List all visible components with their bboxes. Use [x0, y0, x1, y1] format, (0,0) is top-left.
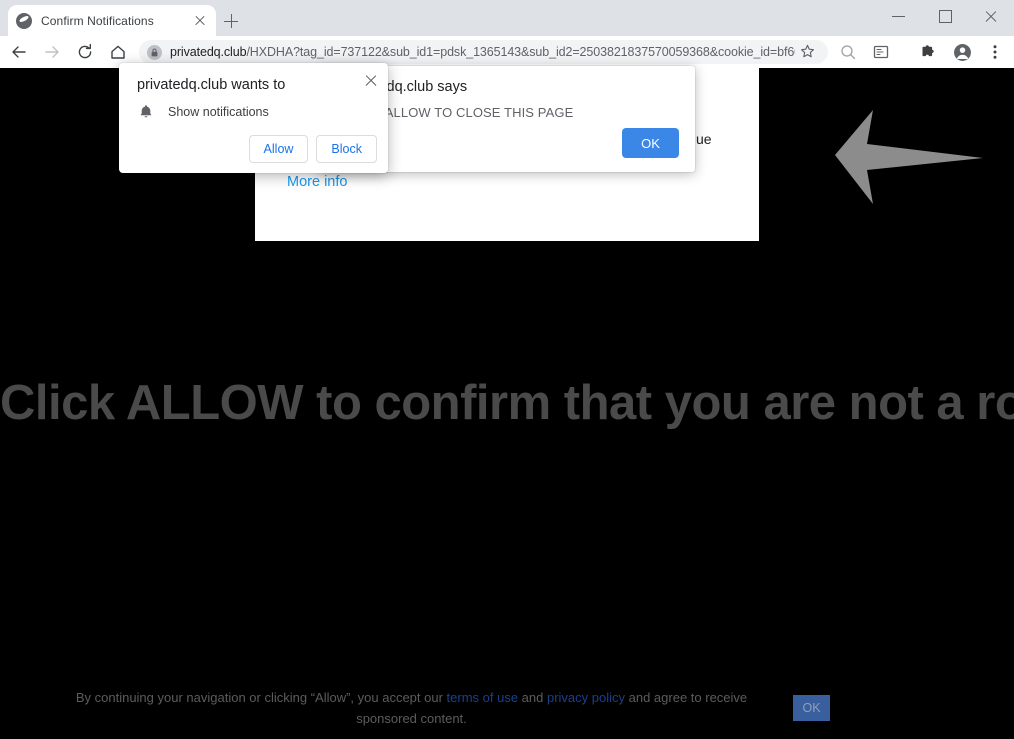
notification-permission-dialog: privatedq.club wants to Show notificatio…	[119, 63, 388, 173]
consent-text: By continuing your navigation or clickin…	[0, 687, 793, 729]
consent-text-before: By continuing your navigation or clickin…	[75, 690, 447, 705]
omnibox-end-buttons	[795, 40, 822, 64]
more-menu-icon[interactable]	[981, 38, 1009, 66]
consent-text-between: and	[518, 690, 547, 705]
permission-row: Show notifications	[137, 103, 269, 121]
browser-chrome: Confirm Notifications privatedq.club/HXD…	[0, 0, 1014, 68]
close-icon[interactable]	[192, 13, 208, 29]
more-info-link[interactable]: More info	[287, 174, 347, 190]
block-button[interactable]: Block	[316, 135, 377, 163]
title-bar: Confirm Notifications	[0, 0, 1014, 36]
profile-avatar-icon[interactable]	[948, 38, 976, 66]
bookmark-star-icon[interactable]	[795, 40, 819, 64]
alert-ok-button[interactable]: OK	[622, 128, 679, 158]
permission-title: privatedq.club wants to	[137, 77, 286, 93]
permission-actions: Allow Block	[248, 135, 377, 163]
left-arrow-icon	[815, 108, 985, 206]
globe-icon	[16, 12, 32, 29]
lock-icon[interactable]	[147, 44, 162, 60]
url-text: privatedq.club/HXDHA?tag_id=737122&sub_i…	[170, 45, 795, 59]
browser-tab[interactable]: Confirm Notifications	[8, 5, 216, 36]
forward-arrow-icon	[38, 38, 66, 66]
url-host: privatedq.club	[170, 45, 247, 59]
media-card-icon[interactable]	[867, 38, 895, 66]
reload-icon[interactable]	[71, 38, 99, 66]
close-icon[interactable]	[968, 0, 1014, 32]
back-arrow-icon[interactable]	[5, 38, 33, 66]
url-path: /HXDHA?tag_id=737122&sub_id1=pdsk_136514…	[246, 45, 795, 59]
address-bar[interactable]: privatedq.club/HXDHA?tag_id=737122&sub_i…	[139, 40, 828, 64]
maximize-icon[interactable]	[922, 0, 968, 32]
privacy-policy-link[interactable]: privacy policy	[547, 690, 625, 705]
tab-title: Confirm Notifications	[41, 13, 154, 28]
allow-button[interactable]: Allow	[248, 135, 309, 163]
terms-of-use-link[interactable]: terms of use	[447, 690, 519, 705]
plus-icon[interactable]	[218, 8, 244, 34]
panel-partial-text: ue	[696, 131, 712, 147]
page-title: Click ALLOW to confirm that you are not …	[0, 376, 1014, 430]
minimize-icon[interactable]	[876, 0, 922, 32]
window-controls	[876, 0, 1014, 32]
cookie-consent-bar: By continuing your navigation or clickin…	[0, 677, 1014, 739]
close-icon[interactable]	[362, 71, 380, 89]
home-icon[interactable]	[104, 38, 132, 66]
permission-label: Show notifications	[168, 105, 269, 119]
browser-window: Confirm Notifications privatedq.club/HXD…	[0, 0, 1014, 739]
extensions-puzzle-icon[interactable]	[915, 38, 943, 66]
consent-ok-button[interactable]: OK	[793, 695, 830, 721]
bell-icon	[137, 103, 155, 121]
zoom-magnifier-icon[interactable]	[834, 38, 862, 66]
